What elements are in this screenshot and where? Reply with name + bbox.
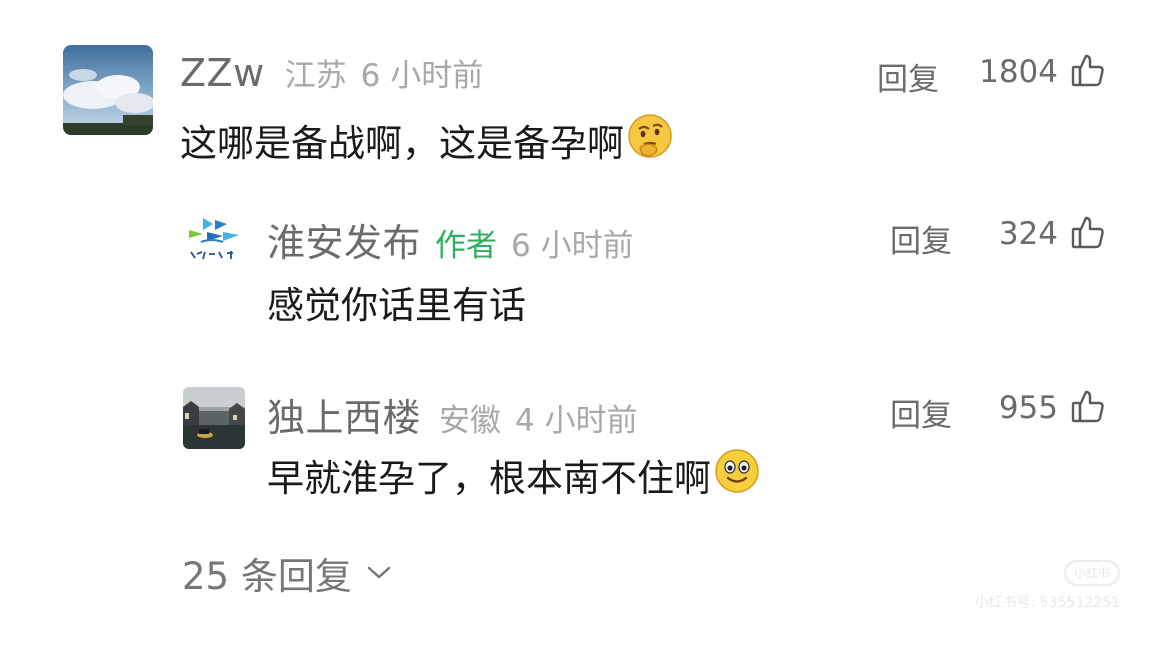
username[interactable]: 独上西楼 bbox=[267, 387, 421, 442]
avatar[interactable] bbox=[183, 387, 245, 449]
reply-button[interactable]: 回复 bbox=[890, 390, 952, 435]
reply-button[interactable]: 回复 bbox=[877, 54, 939, 99]
reply-text: 早就淮孕了，根本南不住啊 bbox=[267, 457, 711, 500]
avatar[interactable] bbox=[63, 45, 153, 135]
reply-count-label: 25 条回复 bbox=[182, 555, 352, 598]
avatar[interactable] bbox=[183, 210, 245, 272]
huaian-logo-icon bbox=[183, 210, 245, 272]
reply-text-row: 早就淮孕了，根本南不住啊 bbox=[267, 448, 761, 500]
comment-section: ZZw 江苏 6 小时前 这哪是备战啊，这是备孕啊 回复 1804 淮安发布 作… bbox=[0, 0, 1170, 646]
watermark-id: 小红书号: 535512251 bbox=[974, 595, 1120, 611]
location: 江苏 bbox=[284, 58, 347, 94]
thumbs-up-icon[interactable] bbox=[1070, 52, 1106, 92]
username[interactable]: 淮安发布 bbox=[267, 212, 421, 267]
reply-meta: 独上西楼 安徽 4 小时前 bbox=[267, 387, 638, 442]
comment-text: 这哪是备战啊，这是备孕啊 bbox=[180, 122, 624, 165]
timestamp: 6 小时前 bbox=[360, 58, 484, 94]
comment-meta: ZZw 江苏 6 小时前 bbox=[180, 50, 483, 95]
reply-text-row: 感觉你话里有话 bbox=[267, 277, 526, 327]
timestamp: 6 小时前 bbox=[511, 228, 634, 264]
avatar-canal-town-image bbox=[183, 387, 245, 449]
author-badge: 作者 bbox=[435, 228, 498, 264]
location: 安徽 bbox=[439, 403, 502, 439]
expand-replies-button[interactable]: 25 条回复 bbox=[182, 546, 392, 600]
reply-meta: 淮安发布 作者 6 小时前 bbox=[267, 212, 634, 267]
username[interactable]: ZZw bbox=[180, 51, 265, 95]
like-count: 324 bbox=[998, 216, 1058, 252]
reply-button[interactable]: 回复 bbox=[890, 216, 952, 261]
smiling-face-emoji bbox=[713, 447, 761, 504]
watermark-logo: 小红书 bbox=[1064, 560, 1120, 586]
watermark: 小红书 小红书号: 535512251 bbox=[950, 560, 1120, 620]
thumbs-up-icon[interactable] bbox=[1070, 214, 1106, 254]
chevron-down-icon bbox=[367, 566, 391, 579]
like-count: 955 bbox=[998, 390, 1058, 426]
thumbs-up-icon[interactable] bbox=[1070, 388, 1106, 428]
avatar-sky-image bbox=[63, 45, 153, 135]
thinking-face-emoji bbox=[626, 112, 674, 169]
like-count: 1804 bbox=[979, 54, 1058, 90]
timestamp: 4 小时前 bbox=[515, 403, 638, 439]
reply-text: 感觉你话里有话 bbox=[267, 284, 526, 327]
comment-text-row: 这哪是备战啊，这是备孕啊 bbox=[180, 113, 674, 165]
